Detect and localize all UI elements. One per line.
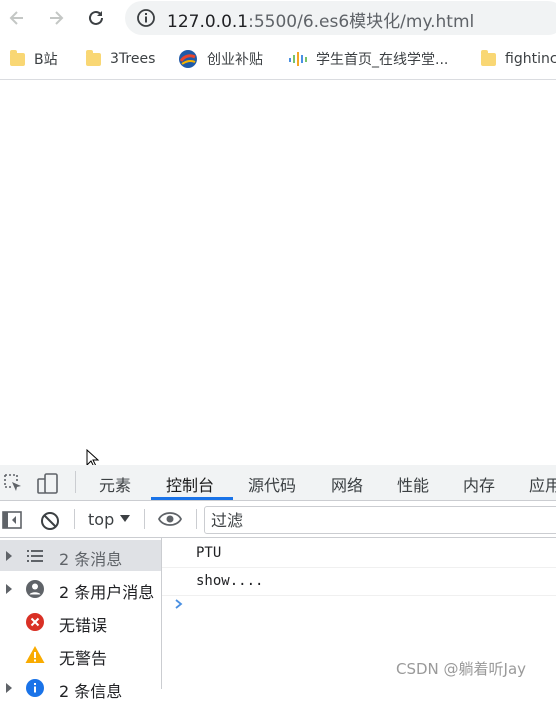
sidebar-item-label: 2 条消息 xyxy=(59,550,123,569)
tab-sources[interactable]: 源代码 xyxy=(248,472,296,496)
device-toolbar-icon[interactable] xyxy=(37,473,59,495)
warning-icon xyxy=(25,646,45,663)
sidebar-item-label: 2 条用户消息 xyxy=(59,583,155,602)
bookmark-3trees[interactable]: 3Trees xyxy=(86,48,155,70)
sidebar-item-label: 无错误 xyxy=(59,616,108,635)
expand-arrow-icon[interactable] xyxy=(6,683,12,693)
folder-icon xyxy=(10,49,25,66)
sidebar-item-errors[interactable]: 无错误 xyxy=(0,606,161,637)
bookmark-label: fightinc xyxy=(505,51,556,67)
tab-application[interactable]: 应用 xyxy=(529,472,556,496)
console-message: show.... xyxy=(162,568,556,596)
forward-arrow-icon xyxy=(50,11,64,25)
folder-icon xyxy=(86,49,101,66)
devtools-panel: 元素 控制台 源代码 网络 性能 内存 应用 top 过滤 2 条消息 2 条用… xyxy=(0,465,556,701)
tab-separator xyxy=(75,471,76,493)
reload-icon xyxy=(89,10,103,25)
sidebar-item-warnings[interactable]: 无警告 xyxy=(0,639,161,670)
bookmark-label: 3Trees xyxy=(110,51,156,67)
url-path: :5500/6.es6模块化/my.html xyxy=(248,12,475,32)
bookmark-online-school[interactable]: 学生首页_在线学堂... xyxy=(289,48,448,70)
bookmark-label: 创业补贴 xyxy=(207,52,263,68)
bars-icon xyxy=(289,52,307,66)
tab-elements[interactable]: 元素 xyxy=(99,472,131,496)
clear-console-icon[interactable] xyxy=(40,511,60,531)
address-bar[interactable]: 127.0.0.1:5500/6.es6模块化/my.html xyxy=(125,1,556,35)
toolbar-separator xyxy=(74,509,75,529)
user-icon xyxy=(26,580,44,598)
bookmark-startup-subsidy[interactable]: 创业补贴 xyxy=(178,48,263,70)
active-tab-indicator xyxy=(151,497,233,500)
filter-field[interactable] xyxy=(204,506,556,534)
console-sidebar: 2 条消息 2 条用户消息 无错误 无警告 2 条信息 xyxy=(0,538,162,701)
expand-arrow-icon[interactable] xyxy=(6,584,12,594)
error-icon xyxy=(26,613,44,631)
folder-icon xyxy=(481,49,496,66)
back-arrow-icon xyxy=(9,11,23,25)
inspect-element-icon[interactable] xyxy=(3,473,23,493)
watermark: CSDN @躺着听Jay xyxy=(396,660,527,678)
sidebar-item-label: 2 条信息 xyxy=(59,682,123,701)
page-viewport[interactable] xyxy=(0,80,556,465)
bookmark-label: B站 xyxy=(34,52,58,68)
sidebar-item-info[interactable]: 2 条信息 xyxy=(0,672,161,703)
reload-button[interactable] xyxy=(82,4,110,32)
devtools-tab-bar: 元素 控制台 源代码 网络 性能 内存 应用 xyxy=(0,465,556,501)
show-sidebar-icon[interactable] xyxy=(2,511,22,529)
expand-arrow-icon[interactable] xyxy=(6,551,12,561)
filter-input[interactable] xyxy=(209,510,553,531)
bookmark-fighting[interactable]: fightinc xyxy=(481,48,556,70)
sidebar-item-user-messages[interactable]: 2 条用户消息 xyxy=(0,573,161,604)
forward-button[interactable] xyxy=(42,4,70,32)
url-host: 127.0.0.1 xyxy=(167,12,249,32)
console-toolbar: top xyxy=(0,501,556,538)
info-icon xyxy=(26,679,44,697)
console-message-text: show.... xyxy=(196,573,264,589)
tab-console[interactable]: 控制台 xyxy=(166,472,214,496)
console-message: PTU xyxy=(162,540,556,568)
sidebar-item-label: 无警告 xyxy=(59,649,108,668)
tab-memory[interactable]: 内存 xyxy=(463,472,495,496)
url-text: 127.0.0.1:5500/6.es6模块化/my.html xyxy=(167,7,474,32)
bookmark-bilibili[interactable]: B站 xyxy=(10,48,58,70)
toolbar-separator xyxy=(196,509,197,529)
tab-network[interactable]: 网络 xyxy=(331,472,363,496)
console-prompt-icon[interactable] xyxy=(174,598,184,610)
site-logo-icon xyxy=(179,50,197,68)
bookmarks-bar: B站 3Trees 创业补贴 学生首页_在线学堂... fightinc xyxy=(0,44,556,74)
toolbar-separator xyxy=(144,509,145,529)
console-message-text: PTU xyxy=(196,545,222,561)
site-info-icon[interactable] xyxy=(136,8,156,28)
sidebar-item-messages[interactable]: 2 条消息 xyxy=(0,540,161,571)
list-icon xyxy=(27,550,43,562)
tab-performance[interactable]: 性能 xyxy=(397,472,429,496)
context-selector[interactable]: top xyxy=(88,510,114,529)
chevron-down-icon[interactable] xyxy=(120,515,130,522)
eye-icon[interactable] xyxy=(158,511,182,527)
browser-toolbar: 127.0.0.1:5500/6.es6模块化/my.html B站 3Tree… xyxy=(0,0,556,80)
bookmark-label: 学生首页_在线学堂... xyxy=(316,52,449,68)
back-button[interactable] xyxy=(3,4,31,32)
